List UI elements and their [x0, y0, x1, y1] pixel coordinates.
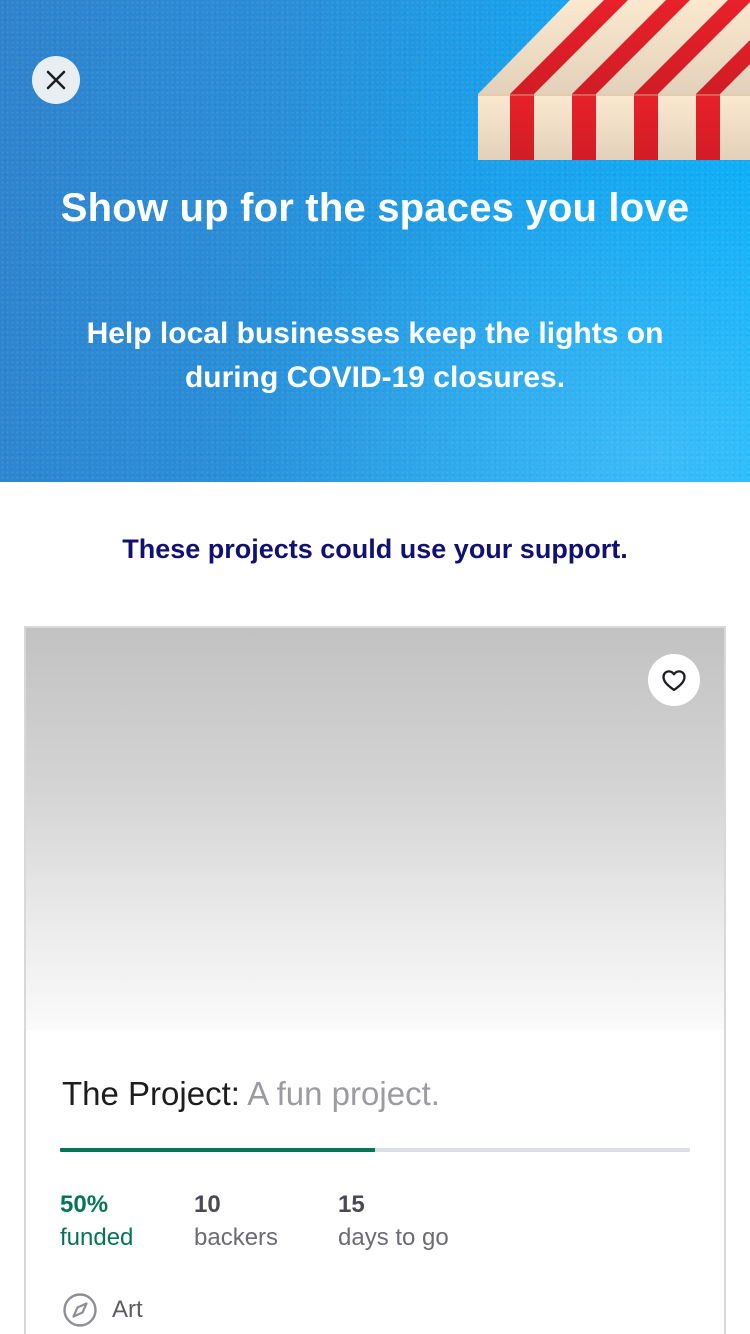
close-button[interactable] — [32, 56, 80, 104]
stat-funded: 50% funded — [60, 1188, 194, 1254]
discovery-page: Show up for the spaces you love Help loc… — [0, 0, 750, 1334]
stat-days-to-go: 15 days to go — [338, 1188, 449, 1254]
heart-icon — [662, 670, 686, 692]
section-prompt: These projects could use your support. — [122, 534, 628, 564]
stat-backers: 10 backers — [194, 1188, 338, 1254]
stat-days-value: 15 — [338, 1191, 365, 1218]
stat-funded-value: 50% — [60, 1191, 109, 1218]
compass-icon — [63, 1293, 97, 1327]
close-icon — [46, 70, 66, 90]
hero-subtitle: Help local businesses keep the lights on… — [86, 317, 664, 394]
project-image-placeholder[interactable] — [26, 628, 724, 1030]
category-label: Art — [112, 1296, 143, 1323]
hero-title: Show up for the spaces you love — [60, 186, 690, 230]
funding-progress-fill — [60, 1148, 375, 1152]
stat-days-label: days to go — [338, 1224, 449, 1251]
hero-banner: Show up for the spaces you love Help loc… — [0, 0, 750, 482]
stat-funded-label: funded — [60, 1224, 134, 1251]
storefront-awning-illustration — [478, 0, 750, 160]
project-name: The Project: — [62, 1075, 240, 1112]
project-blurb: A fun project. — [247, 1075, 440, 1112]
stat-backers-label: backers — [194, 1224, 279, 1251]
project-card[interactable]: The Project: A fun project. 50% funded 1… — [24, 626, 726, 1334]
project-title-line[interactable]: The Project: A fun project. — [62, 1072, 440, 1116]
project-category[interactable]: Art — [62, 1292, 143, 1328]
funding-progress-bar — [60, 1148, 690, 1152]
stat-backers-value: 10 — [194, 1191, 221, 1218]
project-stats: 50% funded 10 backers 15 days to go — [60, 1188, 449, 1254]
save-project-button[interactable] — [648, 654, 700, 706]
